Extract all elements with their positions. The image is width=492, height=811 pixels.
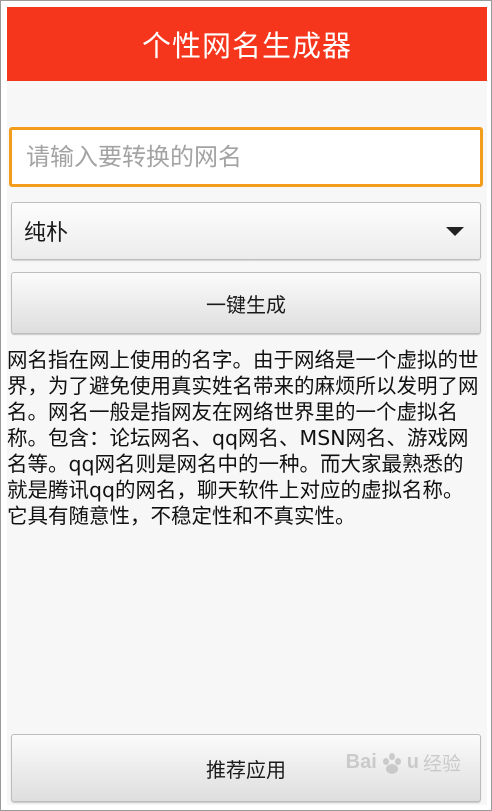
nickname-input-container[interactable]	[9, 127, 483, 187]
description-text: 网名指在网上使用的名字。由于网络是一个虚拟的世界，为了避免使用真实姓名带来的麻烦…	[7, 348, 479, 528]
style-select-value: 纯朴	[24, 221, 69, 246]
style-select[interactable]: 纯朴	[11, 202, 481, 260]
recommend-apps-button[interactable]: 推荐应用	[11, 734, 481, 802]
app-frame: 个性网名生成器 纯朴 一键生成 网名指在网上使用的名字。由于网络是一个虚拟的世界…	[0, 0, 492, 811]
generate-button[interactable]: 一键生成	[11, 272, 481, 334]
title-bar: 个性网名生成器	[7, 7, 487, 81]
main-content: 纯朴 一键生成 网名指在网上使用的名字。由于网络是一个虚拟的世界，为了避免使用真…	[7, 81, 487, 805]
nickname-input[interactable]	[24, 142, 468, 172]
app-title: 个性网名生成器	[141, 29, 352, 63]
dropdown-arrow-icon	[446, 226, 464, 236]
